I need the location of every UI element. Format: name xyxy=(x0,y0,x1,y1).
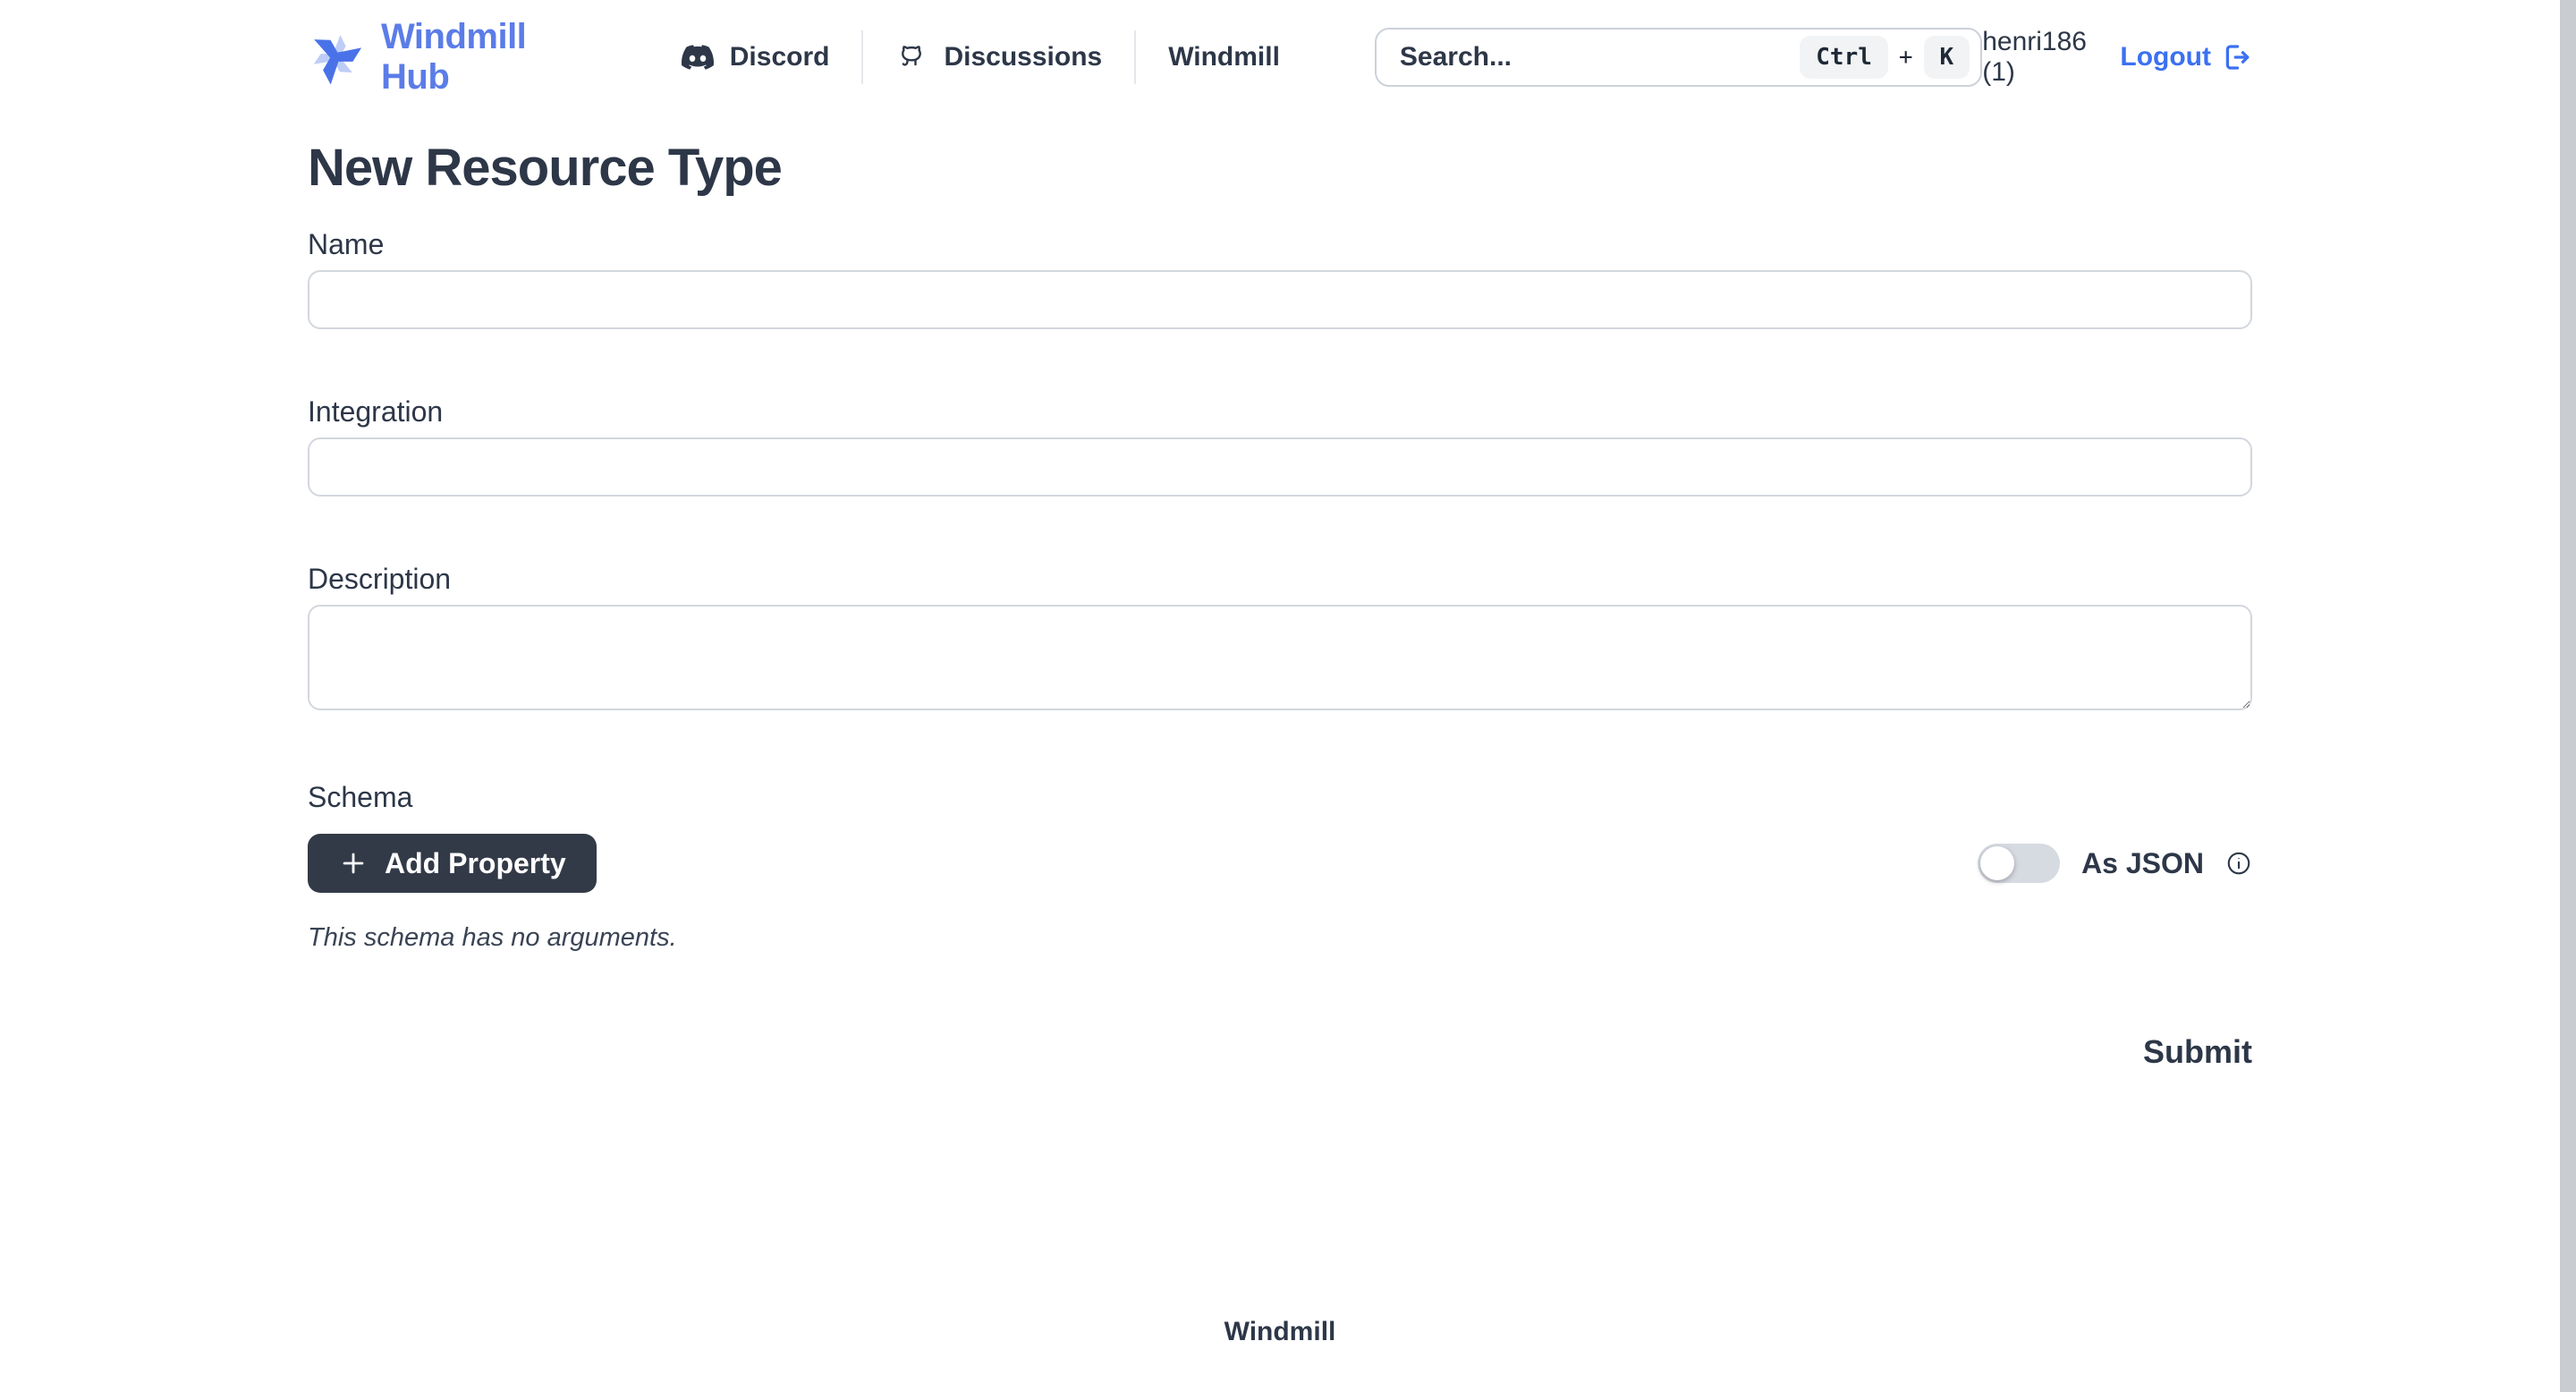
vertical-scrollbar[interactable] xyxy=(2560,0,2576,1392)
add-property-button[interactable]: Add Property xyxy=(308,834,597,893)
global-search[interactable]: Ctrl + K xyxy=(1375,28,1982,87)
nav-item-windmill[interactable]: Windmill xyxy=(1168,42,1280,72)
kbd-ctrl-badge: Ctrl xyxy=(1800,36,1888,79)
empty-schema-note: This schema has no arguments. xyxy=(308,923,2252,953)
nav-item-discussions[interactable]: Discussions xyxy=(895,41,1102,73)
logout-link[interactable]: Logout xyxy=(2120,41,2252,73)
search-input[interactable] xyxy=(1400,42,1800,72)
description-textarea[interactable] xyxy=(308,605,2252,710)
name-field-group: Name xyxy=(308,228,2252,329)
footer-windmill-link[interactable]: Windmill xyxy=(1224,1317,1336,1346)
schema-section-label: Schema xyxy=(308,781,2252,814)
discord-icon xyxy=(682,41,714,73)
nav-label-discord: Discord xyxy=(730,42,830,72)
nav-label-windmill: Windmill xyxy=(1168,42,1280,72)
integration-input[interactable] xyxy=(308,437,2252,497)
main-nav: Discord Discussions Windmill xyxy=(682,30,1280,84)
discussions-icon xyxy=(895,41,928,73)
info-circle-icon[interactable] xyxy=(2225,850,2252,877)
logout-label: Logout xyxy=(2120,42,2211,72)
page-footer: Windmill xyxy=(0,1317,2560,1347)
kbd-plus-separator: + xyxy=(1899,44,1913,71)
as-json-control: As JSON xyxy=(1978,844,2252,883)
nav-label-discussions: Discussions xyxy=(944,42,1102,72)
windmill-logo-icon xyxy=(308,30,363,85)
username-label: henri186 (1) xyxy=(1982,27,2098,88)
nav-divider xyxy=(861,30,863,84)
description-field-group: Description xyxy=(308,563,2252,715)
as-json-toggle[interactable] xyxy=(1978,844,2060,883)
page-title: New Resource Type xyxy=(308,138,2252,198)
toggle-knob xyxy=(1980,846,2014,880)
description-field-label: Description xyxy=(308,563,2252,596)
schema-section: Schema Add Property As JSON xyxy=(308,781,2252,953)
nav-item-discord[interactable]: Discord xyxy=(682,41,830,73)
name-input[interactable] xyxy=(308,270,2252,329)
logout-icon xyxy=(2220,41,2252,73)
integration-field-group: Integration xyxy=(308,395,2252,497)
name-field-label: Name xyxy=(308,228,2252,261)
nav-divider xyxy=(1134,30,1136,84)
integration-field-label: Integration xyxy=(308,395,2252,429)
brand-title: Windmill Hub xyxy=(381,17,576,98)
page: Windmill Hub Discord xyxy=(0,0,2560,1392)
kbd-k-badge: K xyxy=(1924,36,1970,79)
as-json-label: As JSON xyxy=(2081,847,2204,880)
brand-home-link[interactable]: Windmill Hub xyxy=(308,17,576,98)
top-navigation-bar: Windmill Hub Discord xyxy=(308,0,2252,115)
plus-icon xyxy=(338,848,369,878)
add-property-label: Add Property xyxy=(385,847,566,880)
submit-button[interactable]: Submit xyxy=(2143,1033,2252,1071)
user-area: henri186 (1) Logout xyxy=(1982,27,2252,88)
main-content: New Resource Type Name Integration Descr… xyxy=(308,138,2252,1071)
